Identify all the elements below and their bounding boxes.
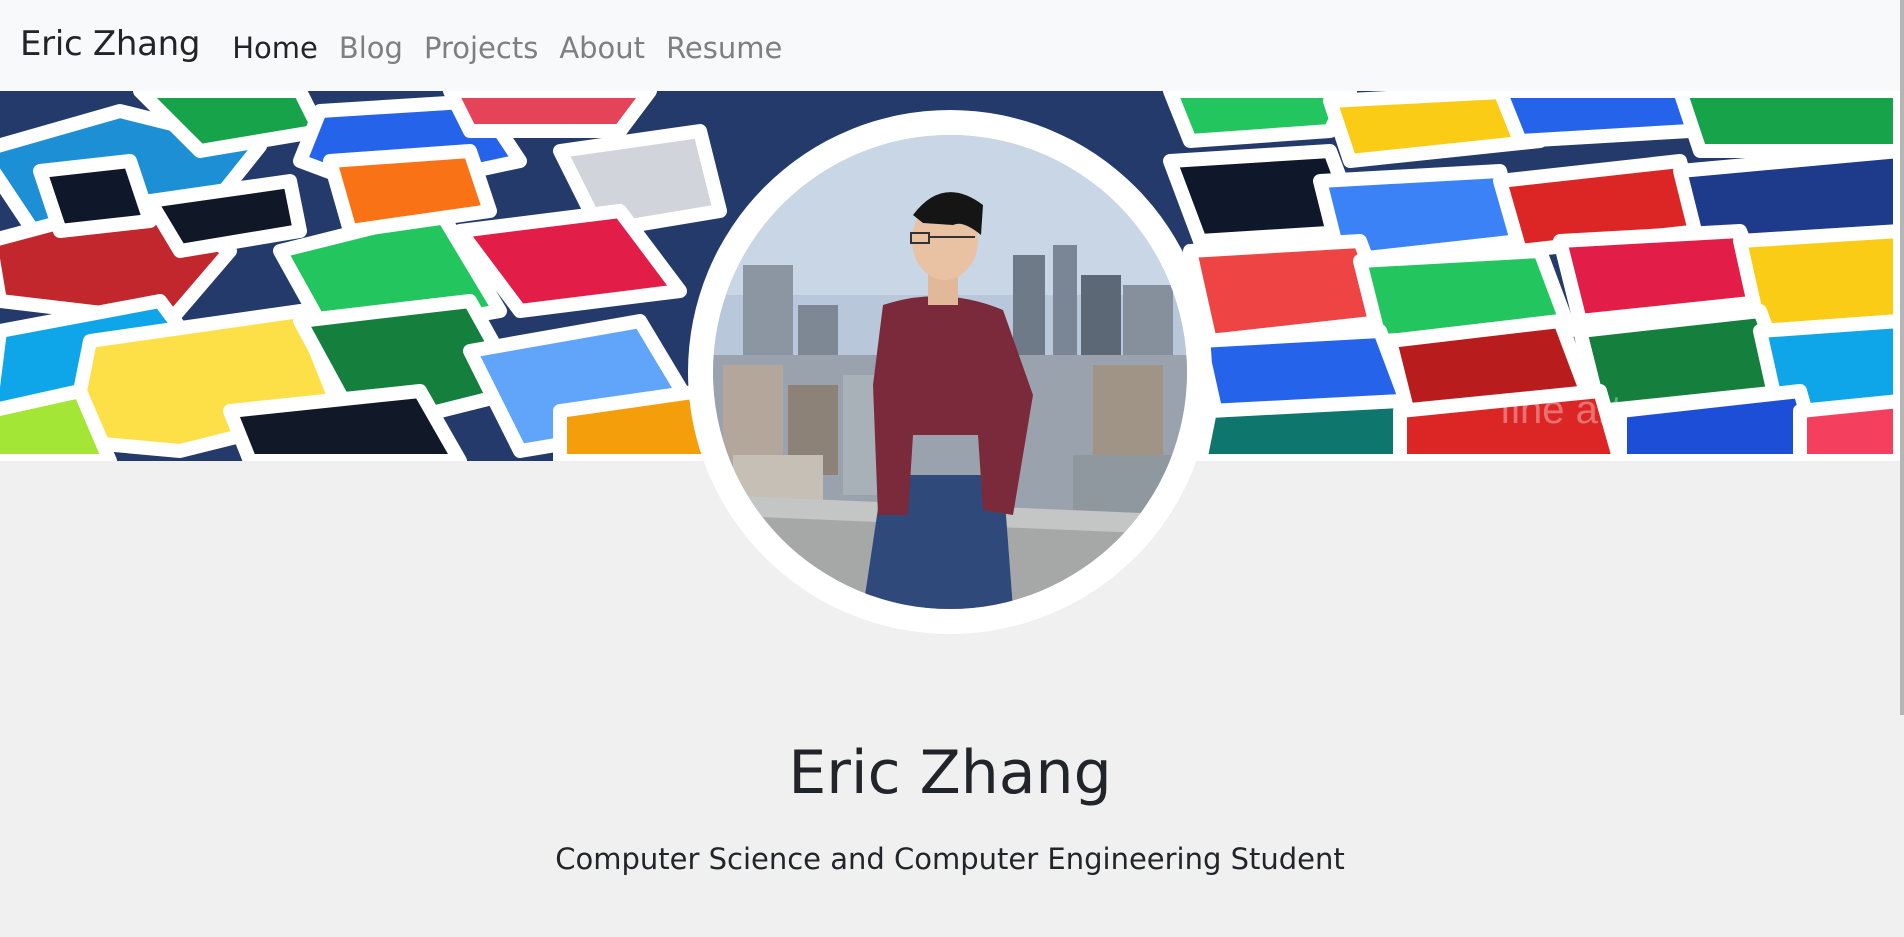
- brand-link[interactable]: Eric Zhang: [20, 24, 201, 64]
- nav-link-about[interactable]: About: [559, 31, 645, 65]
- banner-watermark: fine art: [1500, 388, 1622, 432]
- nav-link-projects[interactable]: Projects: [424, 31, 538, 65]
- nav-link-blog[interactable]: Blog: [339, 31, 403, 65]
- avatar-frame: [688, 110, 1212, 634]
- profile-photo: [713, 135, 1187, 609]
- hero-subtitle: Computer Science and Computer Engineerin…: [555, 842, 1345, 876]
- scrollbar-thumb[interactable]: [1900, 0, 1904, 715]
- nav-link-home[interactable]: Home: [232, 31, 318, 65]
- nav-link-resume[interactable]: Resume: [666, 31, 782, 65]
- nav-links: Home Blog Projects About Resume: [232, 29, 803, 65]
- navbar: Eric Zhang Home Blog Projects About Resu…: [0, 0, 1904, 91]
- hero-name: Eric Zhang: [788, 738, 1112, 808]
- scrollbar[interactable]: [1900, 0, 1904, 937]
